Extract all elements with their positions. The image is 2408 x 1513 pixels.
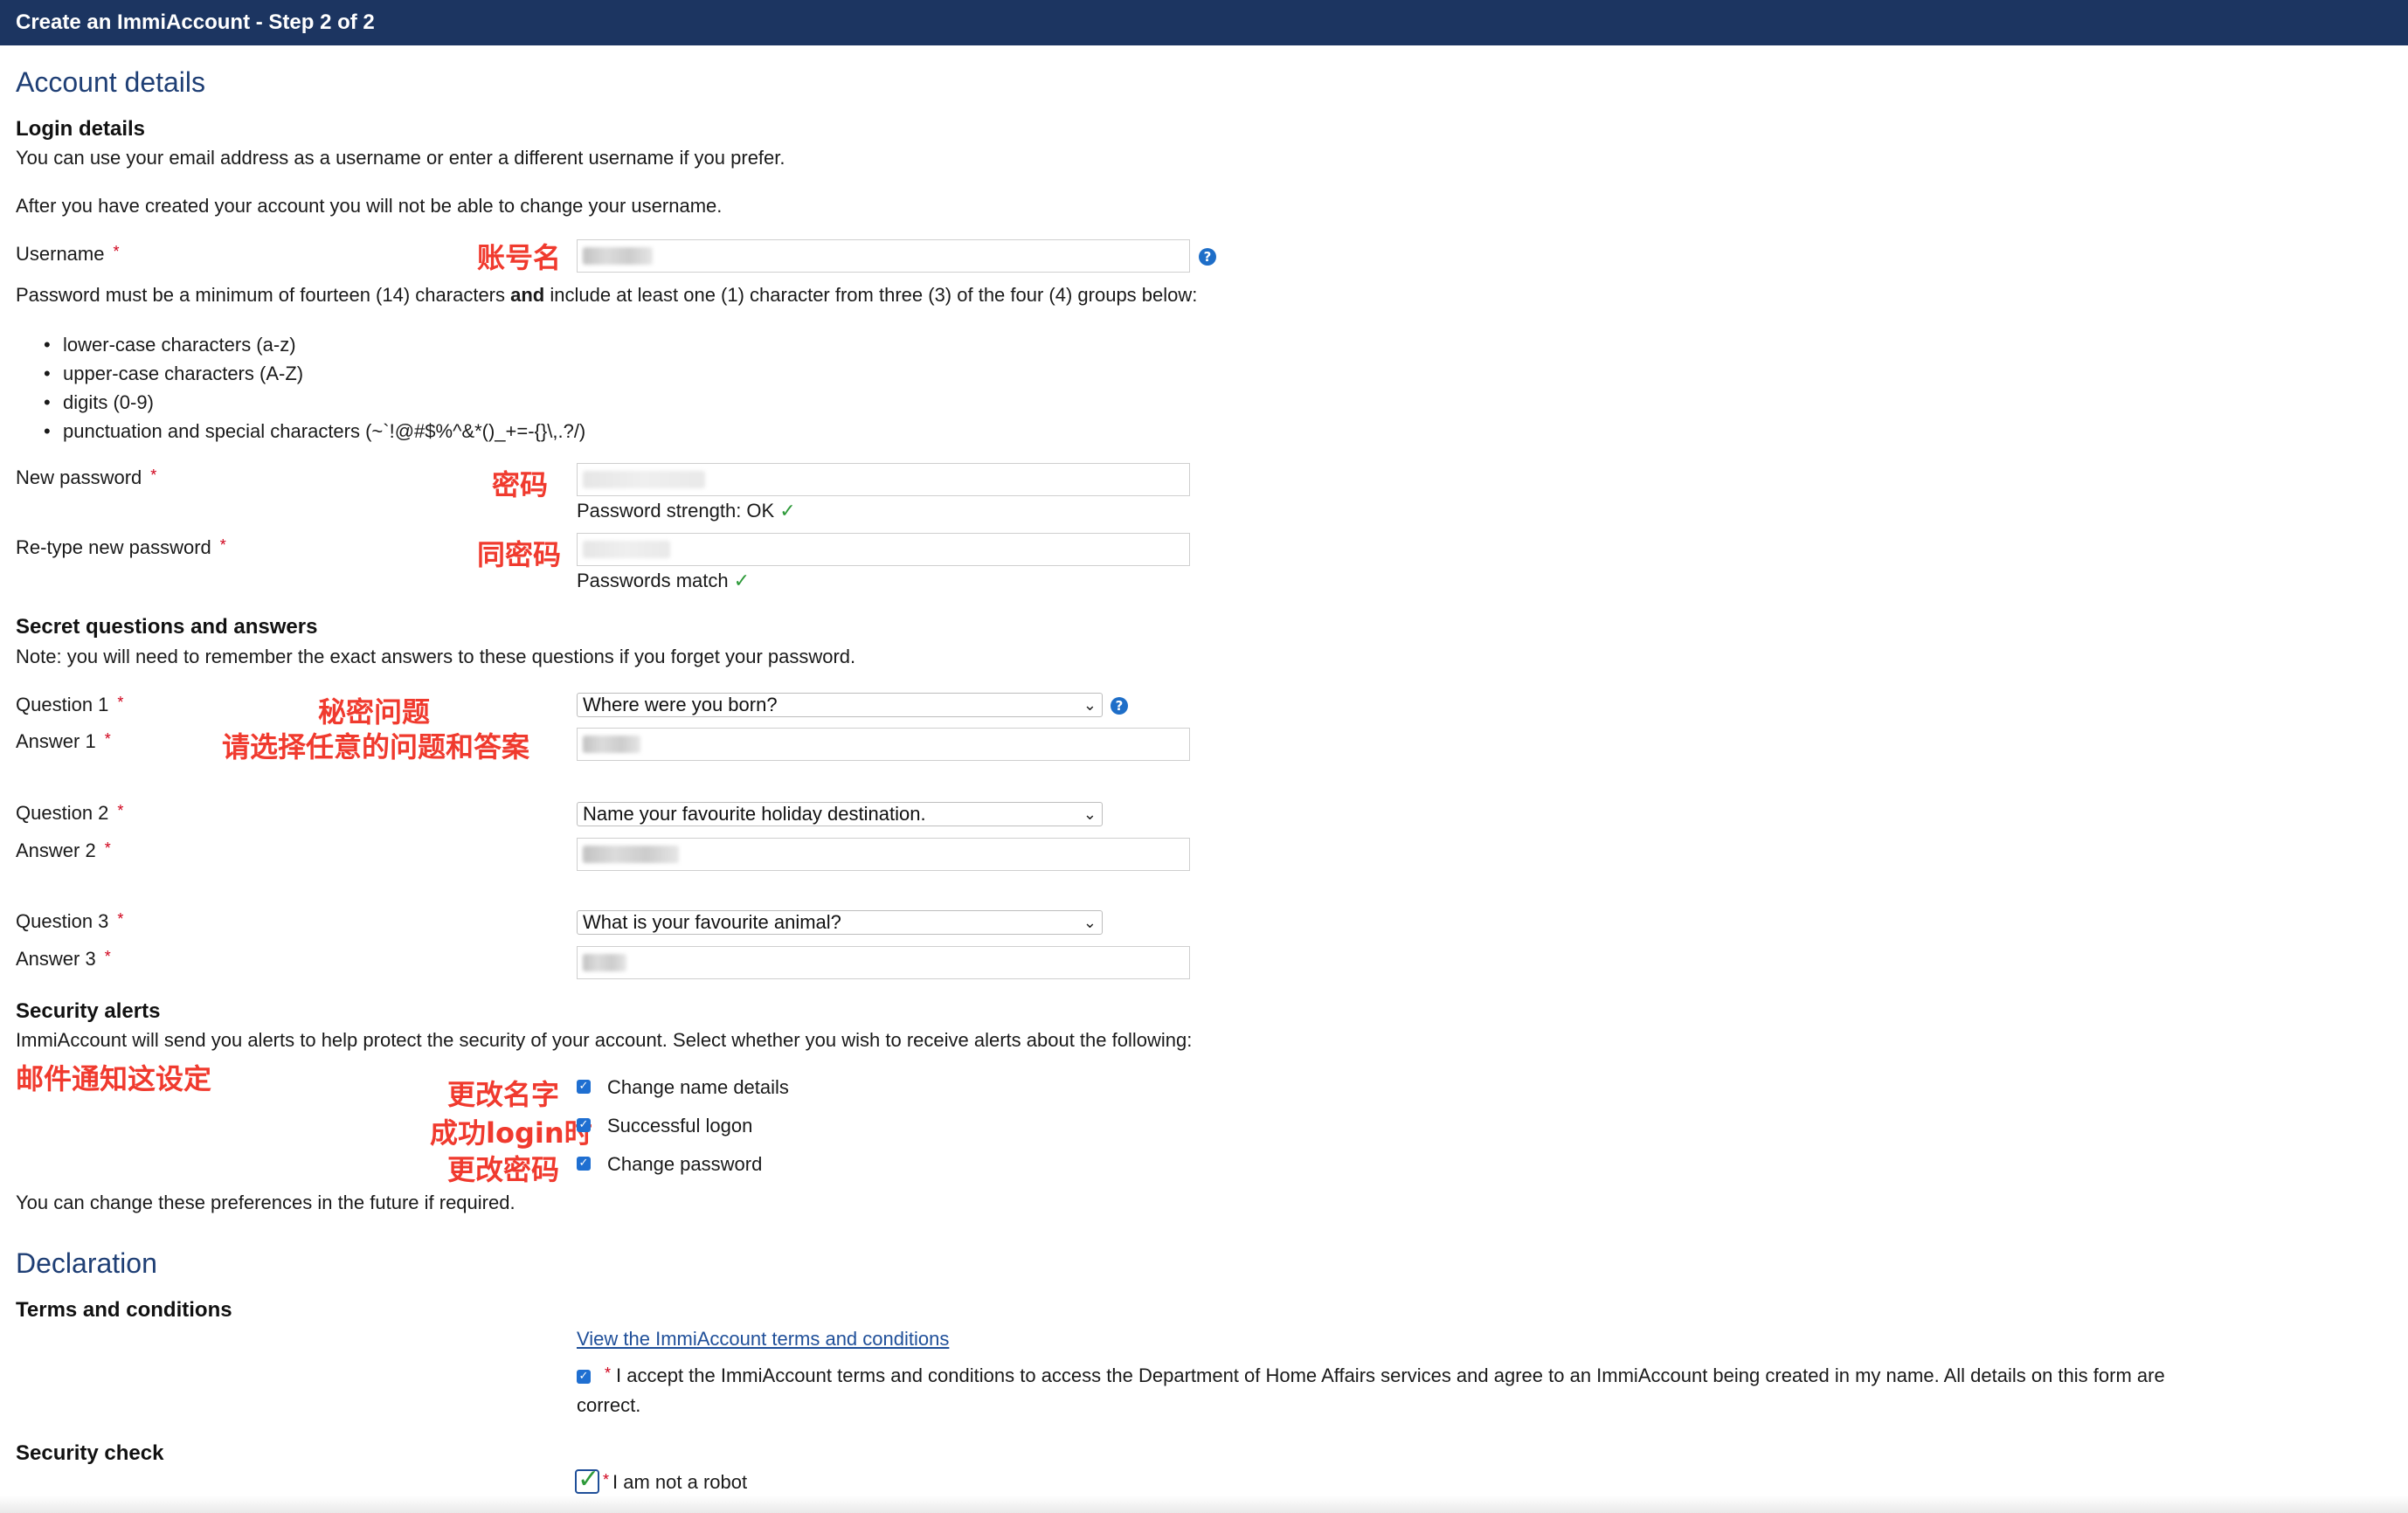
password-strength: Password strength: OK ✓ (577, 500, 796, 522)
redacted-value (583, 541, 670, 558)
page-header: Create an ImmiAccount - Step 2 of 2 (0, 0, 2408, 45)
recaptcha-checkbox[interactable]: ✓ (575, 1464, 599, 1495)
annotation-alert-password: 更改密码 (447, 1153, 560, 1186)
new-password-label: New password * (16, 466, 157, 488)
password-groups-list: lower-case characters (a-z) upper-case c… (44, 330, 585, 446)
accept-terms-text-cont: correct. (577, 1394, 641, 1416)
redacted-value (583, 471, 705, 488)
secret-questions-heading: Secret questions and answers (16, 615, 318, 639)
declaration-heading: Declaration (16, 1247, 157, 1279)
alert-password-checkbox[interactable]: ✓ (577, 1157, 591, 1171)
accept-terms-text: * I accept the ImmiAccount terms and cond… (605, 1364, 2165, 1386)
list-item: punctuation and special characters (~`!@… (44, 417, 585, 446)
question-circle-icon[interactable]: ? (1199, 248, 1216, 266)
retype-password-input[interactable] (577, 533, 1190, 566)
annotation-username: 账号名 (477, 241, 562, 274)
security-alerts-heading: Security alerts (16, 999, 161, 1023)
answer-2-input[interactable] (577, 838, 1190, 871)
question-1-select[interactable]: Where were you born? ⌄ (577, 693, 1103, 717)
username-input[interactable] (577, 239, 1190, 273)
redacted-value (583, 954, 626, 971)
chevron-down-icon: ⌄ (1083, 696, 1097, 714)
annotation-alert-name: 更改名字 (447, 1078, 560, 1111)
login-intro-2: After you have created your account you … (16, 195, 723, 217)
question-1-label: Question 1 * (16, 694, 124, 715)
page-bottom-edge (0, 1496, 2408, 1513)
redacted-value (583, 247, 653, 265)
answer-1-input[interactable] (577, 728, 1190, 761)
password-rule: Password must be a minimum of fourteen (… (16, 284, 1198, 306)
answer-3-input[interactable] (577, 946, 1190, 979)
passwords-match: Passwords match ✓ (577, 570, 751, 592)
terms-link[interactable]: View the ImmiAccount terms and condition… (577, 1328, 949, 1351)
secret-questions-note: Note: you will need to remember the exac… (16, 646, 856, 667)
question-2-select[interactable]: Name your favourite holiday destination.… (577, 802, 1103, 826)
annotation-secret-hint: 请选择任意的问题和答案 (222, 730, 530, 763)
account-details-heading: Account details (16, 66, 206, 98)
list-item: digits (0-9) (44, 388, 585, 417)
security-alerts-intro: ImmiAccount will send you alerts to help… (16, 1029, 1193, 1051)
checkmark-icon: ✓ (779, 501, 796, 522)
accept-terms-checkbox[interactable]: ✓ (577, 1370, 591, 1384)
annotation-password: 密码 (492, 468, 549, 501)
question-3-select[interactable]: What is your favourite animal? ⌄ (577, 910, 1103, 935)
alert-logon-label: Successful logon (607, 1115, 753, 1136)
username-label: Username * (16, 243, 120, 265)
login-details-heading: Login details (16, 117, 146, 141)
robot-label: * I am not a robot (603, 1471, 748, 1493)
question-circle-icon[interactable]: ? (1111, 697, 1128, 715)
redacted-value (583, 736, 640, 753)
question-3-label: Question 3 * (16, 910, 124, 932)
alert-logon-checkbox[interactable]: ✓ (577, 1118, 591, 1132)
security-check-heading: Security check (16, 1441, 164, 1465)
alert-name-label: Change name details (607, 1076, 789, 1098)
checkmark-icon: ✓ (733, 570, 751, 592)
checkmark-icon: ✓ (578, 1464, 600, 1495)
question-2-label: Question 2 * (16, 802, 124, 824)
answer-1-label: Answer 1 * (16, 730, 111, 752)
redacted-value (583, 846, 679, 863)
terms-heading: Terms and conditions (16, 1298, 232, 1322)
new-password-input[interactable] (577, 463, 1190, 496)
alerts-footer: You can change these preferences in the … (16, 1192, 516, 1213)
chevron-down-icon: ⌄ (1083, 914, 1097, 931)
answer-2-label: Answer 2 * (16, 839, 111, 861)
page-header-title: Create an ImmiAccount - Step 2 of 2 (16, 10, 375, 34)
alert-password-label: Change password (607, 1153, 763, 1175)
chevron-down-icon: ⌄ (1083, 805, 1097, 823)
alert-name-checkbox[interactable]: ✓ (577, 1080, 591, 1094)
retype-password-label: Re-type new password * (16, 536, 226, 558)
annotation-email-alerts: 邮件通知这设定 (16, 1062, 212, 1095)
annotation-retype: 同密码 (477, 538, 562, 571)
annotation-alert-logon: 成功login时 (430, 1116, 592, 1150)
answer-3-label: Answer 3 * (16, 948, 111, 970)
list-item: lower-case characters (a-z) (44, 330, 585, 359)
login-intro-1: You can use your email address as a user… (16, 147, 785, 169)
list-item: upper-case characters (A-Z) (44, 359, 585, 388)
